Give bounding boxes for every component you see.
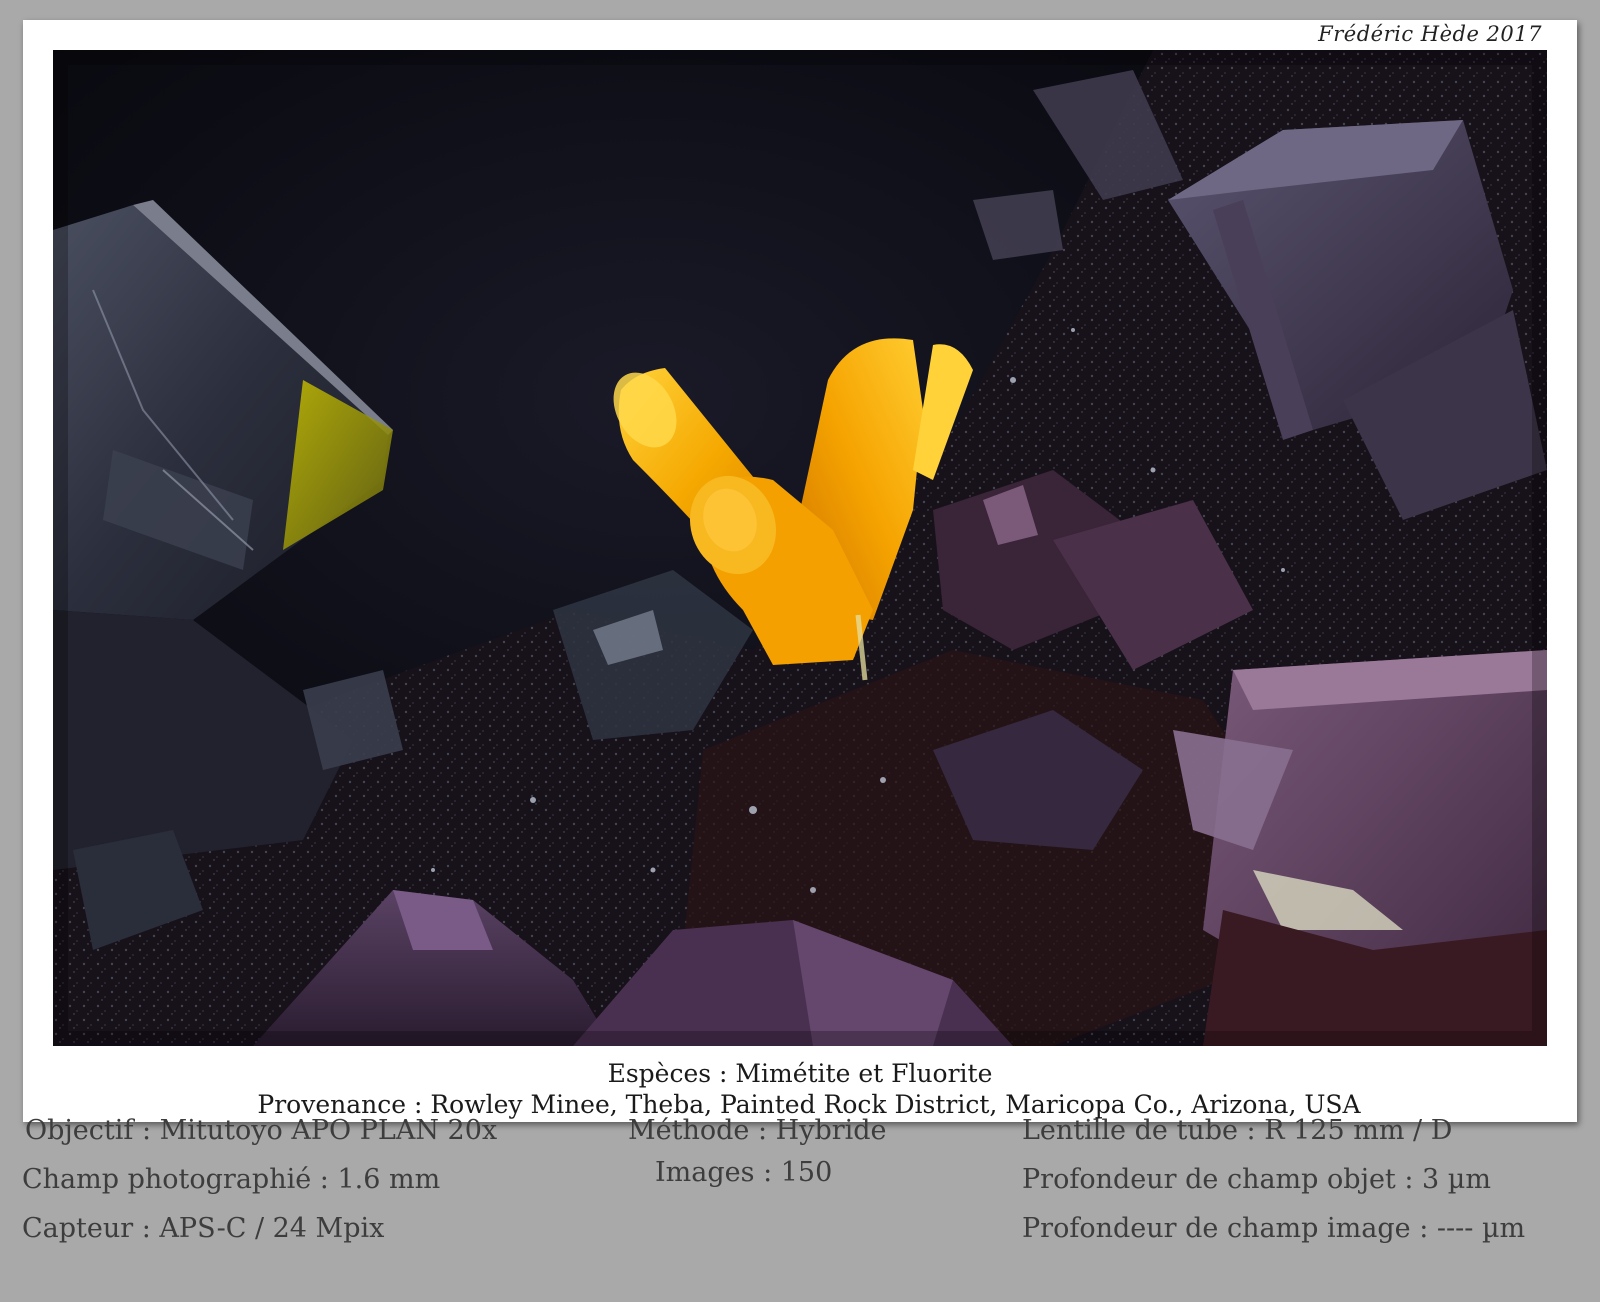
spec-tube-lens: Lentille de tube : R 125 mm / D <box>1022 1115 1453 1146</box>
spec-image-dof: Profondeur de champ image : ---- µm <box>1022 1213 1526 1244</box>
species-caption: Espèces : Mimétite et Fluorite <box>607 1059 993 1088</box>
spec-objective: Objectif : Mitutoyo APO PLAN 20x <box>25 1115 498 1146</box>
spec-object-dof: Profondeur de champ objet : 3 µm <box>1022 1164 1491 1195</box>
photographer-credit: Frédéric Hède 2017 <box>1318 22 1542 46</box>
spec-field: Champ photographié : 1.6 mm <box>22 1164 441 1195</box>
mineral-photo-art <box>53 50 1547 1046</box>
spec-sensor: Capteur : APS-C / 24 Mpix <box>22 1213 385 1244</box>
spec-images: Images : 150 <box>655 1157 833 1188</box>
spec-method: Méthode : Hybride <box>628 1115 887 1146</box>
photo-caption: Espèces : Mimétite et Fluorite Provenanc… <box>23 1058 1577 1120</box>
mineral-photograph <box>53 50 1547 1046</box>
